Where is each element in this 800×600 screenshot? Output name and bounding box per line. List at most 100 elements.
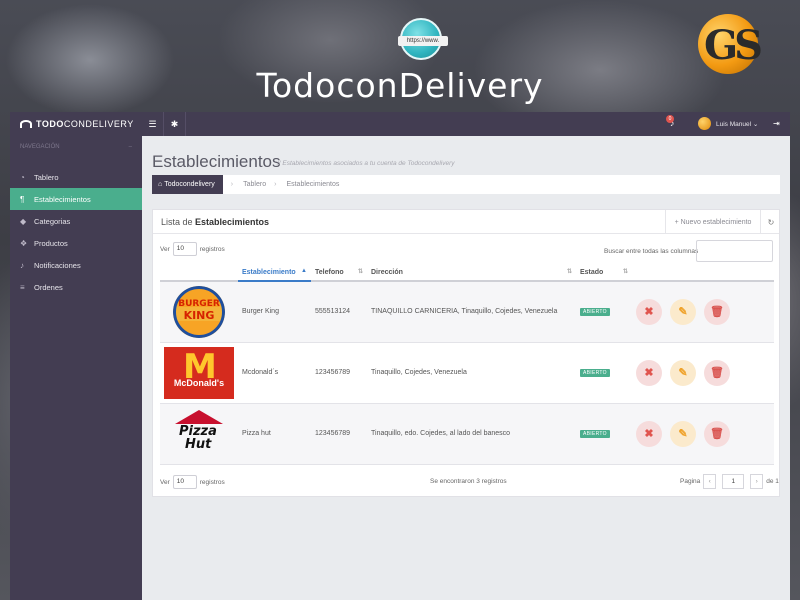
table-row: M McDonald's Mcdonald´s 123456789 Tinaqu… bbox=[160, 342, 774, 404]
cell-name: Mcdonald´s bbox=[238, 342, 311, 404]
pager-label: Pagina bbox=[680, 478, 701, 485]
length-label-pre: Ver bbox=[160, 245, 170, 253]
status-badge: ABIERTO bbox=[580, 368, 610, 377]
banner-title: TodoconDelivery bbox=[256, 66, 544, 105]
cell-name: Burger King bbox=[238, 281, 311, 343]
user-menu[interactable]: Luis Manuel ⌄ bbox=[716, 120, 758, 128]
table-row: Pizza Hut Pizza hut 123456789 Tinaquillo… bbox=[160, 403, 774, 465]
menu-toggle-button[interactable]: ☰ bbox=[142, 112, 164, 136]
sidebar-item-label: Notificaciones bbox=[34, 260, 81, 270]
delete-button[interactable]: 🗑 bbox=[704, 298, 730, 325]
menu-icon: ☰ bbox=[148, 118, 157, 129]
settings-button[interactable]: ✱ bbox=[164, 112, 186, 136]
brand-bold: TODO bbox=[36, 119, 64, 129]
panel-title-bold: Establecimientos bbox=[195, 217, 270, 227]
logo-cell: M McDonald's bbox=[160, 342, 238, 404]
column-label: Telefono bbox=[315, 269, 344, 276]
logo-cell: Pizza Hut bbox=[160, 403, 238, 465]
breadcrumb-item-tablero[interactable]: Tablero bbox=[233, 181, 266, 188]
nav-section-header: NAVEGACIÓN – bbox=[10, 136, 142, 166]
column-label: Dirección bbox=[371, 269, 403, 276]
column-label: Estado bbox=[580, 269, 604, 276]
cell-phone: 123456789 bbox=[311, 403, 367, 465]
nav-section-toggle[interactable]: – bbox=[129, 144, 132, 166]
new-establishment-button[interactable]: + Nuevo establecimiento bbox=[665, 210, 760, 234]
records-info: Se encontraron 3 registros bbox=[430, 478, 507, 485]
trash-icon: 🗑 bbox=[710, 306, 724, 319]
page-input[interactable]: 1 bbox=[722, 474, 745, 489]
burger-king-logo: BURGER KING bbox=[173, 285, 225, 338]
establishments-panel: Lista de Establecimientos + Nuevo establ… bbox=[152, 209, 780, 497]
close-icon: ✖ bbox=[644, 428, 654, 440]
sidebar-item-label: Productos bbox=[34, 238, 68, 248]
sidebar-item-productos[interactable]: ❖ Productos bbox=[10, 232, 142, 254]
tags-icon: ◆ bbox=[20, 216, 27, 226]
column-establecimiento[interactable]: Establecimiento ▲ bbox=[238, 265, 311, 282]
user-name: Luis Manuel bbox=[716, 121, 752, 128]
mcdonalds-logo: M McDonald's bbox=[164, 346, 234, 399]
close-icon: ✖ bbox=[644, 367, 654, 379]
close-button[interactable]: ✖ bbox=[636, 420, 662, 447]
edit-button[interactable]: ✎ bbox=[670, 420, 696, 447]
sort-icon: ⇅ bbox=[622, 269, 628, 275]
pencil-icon: ✎ bbox=[678, 367, 688, 379]
page-subtitle: // Establecimientos asociados a tu cuent… bbox=[277, 160, 455, 167]
delete-button[interactable]: 🗑 bbox=[704, 359, 730, 386]
sidebar-item-label: Establecimientos bbox=[34, 194, 91, 204]
gs-logo-letters: GS bbox=[704, 22, 763, 69]
length-select[interactable]: 10 bbox=[172, 242, 197, 256]
utensils-icon: ¶ bbox=[20, 194, 25, 204]
cubes-icon: ❖ bbox=[20, 238, 28, 248]
cell-status: ABIERTO bbox=[576, 281, 632, 343]
main-content: Establecimientos // Establecimientos aso… bbox=[142, 136, 790, 600]
column-direccion[interactable]: Dirección ⇅ bbox=[367, 265, 576, 282]
cell-status: ABIERTO bbox=[576, 403, 632, 465]
sidebar-item-establecimientos[interactable]: ¶ Establecimientos bbox=[10, 188, 142, 210]
table-row: BURGER KING Burger King 555513124 TINAQU… bbox=[160, 281, 774, 343]
edit-button[interactable]: ✎ bbox=[670, 298, 696, 325]
panel-header: Lista de Establecimientos + Nuevo establ… bbox=[153, 210, 779, 234]
sidebar-item-categorias[interactable]: ◆ Categorias bbox=[10, 210, 142, 232]
notification-badge: 0 bbox=[666, 115, 674, 123]
length-label-post: registros bbox=[199, 478, 225, 486]
refresh-button[interactable]: ↻ bbox=[760, 210, 781, 234]
length-control: Ver 10 registros bbox=[160, 242, 225, 256]
trash-icon: 🗑 bbox=[710, 428, 724, 440]
breadcrumb: ⌂ Todocondelivery › Tablero › Establecim… bbox=[152, 175, 780, 194]
column-estado[interactable]: Estado ⇅ bbox=[576, 265, 632, 282]
avatar[interactable] bbox=[698, 117, 711, 130]
brand[interactable]: TODO CONDELIVERY bbox=[10, 112, 142, 136]
length-select[interactable]: 10 bbox=[172, 475, 197, 489]
sidebar-item-ordenes[interactable]: ≡ Ordenes bbox=[10, 276, 142, 298]
close-button[interactable]: ✖ bbox=[636, 359, 662, 386]
new-establishment-label: Nuevo establecimiento bbox=[680, 218, 752, 226]
sidebar-item-label: Categorias bbox=[34, 216, 71, 226]
column-label: Establecimiento bbox=[242, 269, 296, 276]
gear-icon: ✱ bbox=[170, 118, 179, 129]
search-label: Buscar entre todas las columnas bbox=[604, 248, 699, 255]
sort-icon: ⇅ bbox=[357, 269, 363, 275]
next-page-button[interactable]: › bbox=[750, 474, 764, 489]
cell-actions: ✖ ✎ 🗑 bbox=[632, 403, 774, 465]
mcdonalds-logo-name: McDonald's bbox=[173, 377, 225, 388]
logout-icon[interactable]: ⇥ bbox=[773, 119, 780, 128]
nav-section-label: NAVEGACIÓN bbox=[20, 144, 60, 150]
plus-icon: + bbox=[674, 218, 679, 226]
prev-page-button[interactable]: ‹ bbox=[703, 474, 717, 489]
brand-icon bbox=[20, 120, 32, 128]
breadcrumb-separator: › bbox=[274, 181, 277, 188]
search-input[interactable] bbox=[696, 240, 773, 262]
cell-name: Pizza hut bbox=[238, 403, 311, 465]
close-button[interactable]: ✖ bbox=[636, 298, 662, 325]
cart-icon: ≡ bbox=[20, 282, 25, 292]
sidebar-item-tablero[interactable]: ◔ Tablero bbox=[10, 166, 142, 188]
delete-button[interactable]: 🗑 bbox=[704, 420, 730, 447]
breadcrumb-home[interactable]: ⌂ Todocondelivery bbox=[152, 175, 223, 194]
sidebar-item-notificaciones[interactable]: ♪ Notificaciones bbox=[10, 254, 142, 276]
column-telefono[interactable]: Telefono ⇅ bbox=[311, 265, 367, 282]
dashboard-icon: ◔ bbox=[20, 172, 25, 182]
logo-cell: BURGER KING bbox=[160, 281, 238, 343]
sidebar-item-label: Ordenes bbox=[34, 282, 63, 292]
edit-button[interactable]: ✎ bbox=[670, 359, 696, 386]
globe-url-text: https://www. bbox=[398, 36, 448, 46]
